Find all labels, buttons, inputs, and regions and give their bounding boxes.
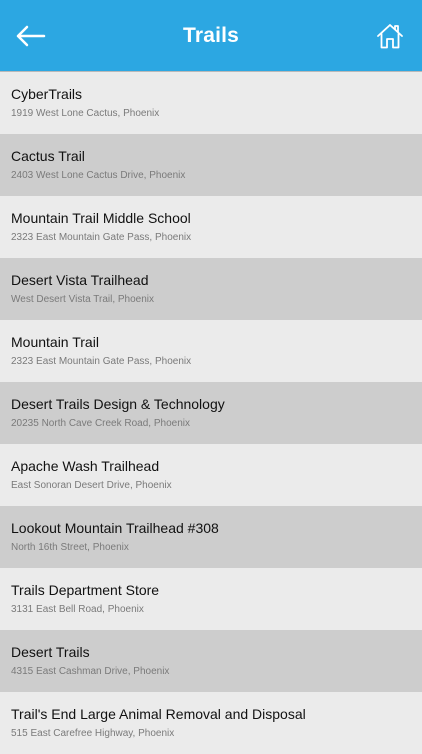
trail-address: 2323 East Mountain Gate Pass, Phoenix xyxy=(11,356,192,367)
trail-name: Desert Trails Design & Technology xyxy=(11,396,225,412)
trail-address: 515 East Carefree Highway, Phoenix xyxy=(11,728,175,739)
trail-address: 20235 North Cave Creek Road, Phoenix xyxy=(11,418,190,429)
page-title: Trails xyxy=(182,23,240,47)
trail-address: 1919 West Lone Cactus, Phoenix xyxy=(11,108,160,119)
trail-name: Mountain Trail Middle School xyxy=(11,210,191,226)
trail-address: East Sonoran Desert Drive, Phoenix xyxy=(11,480,172,491)
trail-name: Cactus Trail xyxy=(11,148,85,164)
trail-address: 2403 West Lone Cactus Drive, Phoenix xyxy=(11,170,186,181)
trail-address: West Desert Vista Trail, Phoenix xyxy=(11,294,155,305)
list-item[interactable]: Desert Trails 4315 East Cashman Drive, P… xyxy=(0,630,422,692)
trail-name: Trail's End Large Animal Removal and Dis… xyxy=(11,706,306,722)
list-item[interactable]: Trail's End Large Animal Removal and Dis… xyxy=(0,692,422,754)
list-item[interactable]: Mountain Trail Middle School 2323 East M… xyxy=(0,196,422,258)
trail-list: CyberTrails 1919 West Lone Cactus, Phoen… xyxy=(0,72,422,754)
trail-address: 4315 East Cashman Drive, Phoenix xyxy=(11,666,170,677)
back-arrow-icon xyxy=(16,25,46,47)
trail-name: Apache Wash Trailhead xyxy=(11,458,160,474)
trail-name: Trails Department Store xyxy=(11,582,160,598)
trail-name: CyberTrails xyxy=(11,86,83,102)
home-button[interactable] xyxy=(370,18,410,54)
list-item[interactable]: Desert Vista Trailhead West Desert Vista… xyxy=(0,258,422,320)
home-icon xyxy=(377,24,403,49)
list-item[interactable]: Trails Department Store 3131 East Bell R… xyxy=(0,568,422,630)
trail-address: 3131 East Bell Road, Phoenix xyxy=(11,604,144,615)
trail-name: Desert Trails xyxy=(11,644,90,660)
list-item[interactable]: Apache Wash Trailhead East Sonoran Deser… xyxy=(0,444,422,506)
list-item[interactable]: Cactus Trail 2403 West Lone Cactus Drive… xyxy=(0,134,422,196)
trail-name: Mountain Trail xyxy=(11,334,99,350)
list-item[interactable]: Mountain Trail 2323 East Mountain Gate P… xyxy=(0,320,422,382)
list-item[interactable]: CyberTrails 1919 West Lone Cactus, Phoen… xyxy=(0,72,422,134)
trail-address: North 16th Street, Phoenix xyxy=(11,542,129,553)
trail-name: Desert Vista Trailhead xyxy=(11,272,149,288)
trail-address: 2323 East Mountain Gate Pass, Phoenix xyxy=(11,232,192,243)
list-item[interactable]: Lookout Mountain Trailhead #308 North 16… xyxy=(0,506,422,568)
trail-name: Lookout Mountain Trailhead #308 xyxy=(11,520,219,536)
list-item[interactable]: Desert Trails Design & Technology 20235 … xyxy=(0,382,422,444)
app-header: Trails xyxy=(0,0,422,72)
back-button[interactable] xyxy=(10,18,50,54)
